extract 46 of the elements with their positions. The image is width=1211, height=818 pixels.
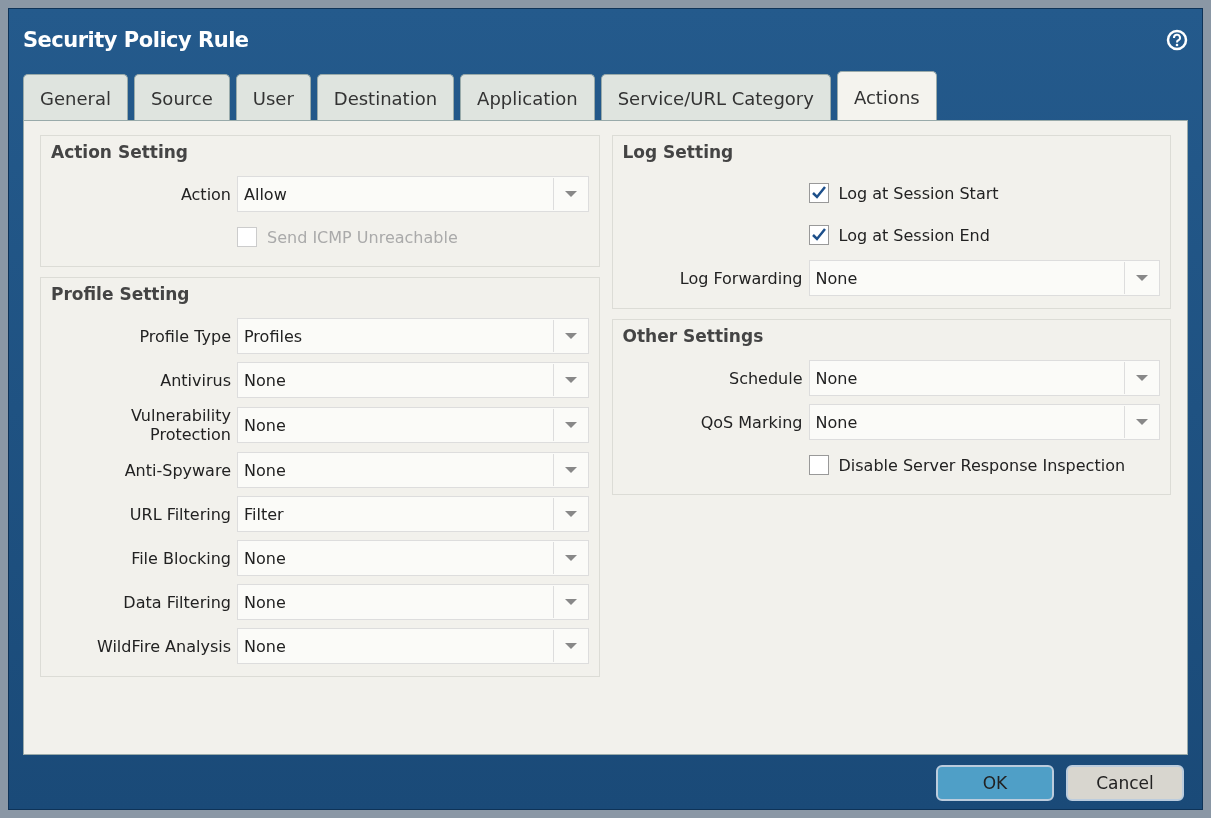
section-title: Action Setting xyxy=(51,142,189,162)
window-title: Security Policy Rule xyxy=(23,28,249,52)
field-label: WildFire Analysis xyxy=(95,636,231,656)
field-label: URL Filtering xyxy=(128,504,231,524)
checkbox-label: Log at Session Start xyxy=(838,183,999,203)
dropdown-field[interactable]: None xyxy=(808,360,1160,396)
section-title: Other Settings xyxy=(622,326,765,346)
dropdown-field[interactable]: None xyxy=(237,628,589,664)
dropdown-field[interactable]: Profiles xyxy=(237,318,589,354)
dropdown-field[interactable]: None xyxy=(237,540,589,576)
tab[interactable]: Source xyxy=(133,74,230,120)
checkbox[interactable] xyxy=(808,183,829,203)
dropdown-field[interactable]: Allow xyxy=(237,176,589,212)
dropdown-field[interactable]: None xyxy=(237,362,589,398)
field-label: Schedule xyxy=(727,368,803,388)
section-title: Profile Setting xyxy=(51,284,191,304)
tab[interactable]: General xyxy=(23,74,128,120)
dropdown-field[interactable]: None xyxy=(808,404,1160,440)
field-label: Profile Type xyxy=(138,326,231,346)
checkbox[interactable] xyxy=(808,225,829,245)
field-label: File Blocking xyxy=(130,548,231,568)
tab[interactable]: Destination xyxy=(316,74,455,120)
field-label: Data Filtering xyxy=(122,592,231,612)
dropdown-field[interactable]: None xyxy=(237,407,589,443)
field-label: Action xyxy=(179,184,231,204)
section-title: Log Setting xyxy=(622,142,735,162)
tab[interactable]: User xyxy=(235,74,311,120)
checkbox-label: Disable Server Response Inspection xyxy=(838,455,1126,475)
field-label: Log Forwarding xyxy=(678,268,803,288)
checkbox[interactable] xyxy=(808,455,829,475)
tab[interactable]: Actions xyxy=(836,71,937,121)
field-label: QoS Marking xyxy=(699,412,803,432)
dropdown-field[interactable]: None xyxy=(237,452,589,488)
dropdown-field[interactable]: Filter xyxy=(237,496,589,532)
tab[interactable]: Application xyxy=(460,74,595,120)
field-label: Vulnerability Protection xyxy=(129,406,231,444)
ok-button[interactable]: OK xyxy=(936,765,1054,801)
checkbox-label: Log at Session End xyxy=(838,225,990,245)
field-label: Antivirus xyxy=(159,370,231,390)
dropdown-field[interactable]: None xyxy=(808,260,1160,296)
dropdown-field[interactable]: None xyxy=(237,584,589,620)
cancel-button[interactable]: Cancel xyxy=(1066,765,1184,801)
tab[interactable]: Service/URL Category xyxy=(600,74,831,120)
help-icon[interactable] xyxy=(1166,29,1188,51)
field-label: Anti-Spyware xyxy=(123,460,231,480)
checkbox-label: Send ICMP Unreachable xyxy=(267,227,458,247)
